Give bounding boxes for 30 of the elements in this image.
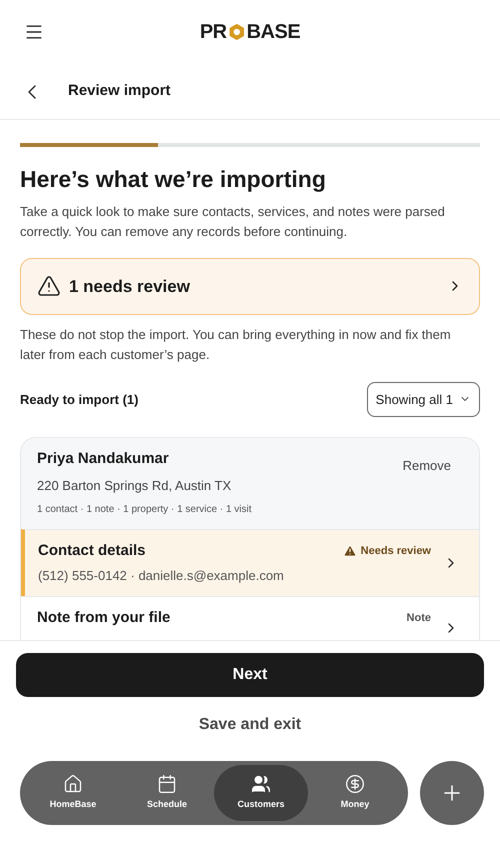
row-title: Contact details (38, 540, 146, 561)
row-detail: (512) 555-0142 · danielle.s@example.com (38, 567, 285, 586)
dollar-icon (345, 774, 365, 794)
review-banner[interactable]: 1 needs review (20, 258, 480, 315)
filter-dropdown[interactable]: Showing all 1 (366, 382, 480, 417)
status-label: Needs review (360, 544, 431, 559)
customer-name: Priya Nandakumar (37, 448, 170, 469)
section-title: Ready to import (1) (20, 390, 138, 409)
logo: PR BASE (200, 20, 300, 45)
record-summary: 1 contact · 1 note · 1 property · 1 service · 1 visit (37, 502, 252, 517)
people-icon (251, 774, 271, 794)
calendar-icon (157, 774, 177, 794)
type-label: Note (406, 610, 431, 626)
nav-tab[interactable]: Money (308, 765, 402, 821)
remove-link[interactable]: Remove (402, 456, 451, 476)
warning-icon (37, 274, 61, 298)
nav-tab[interactable]: Schedule (120, 765, 214, 821)
nav-tab[interactable]: Customers (214, 765, 308, 821)
intro-text: Take a quick look to make sure contacts, services, and notes were parsed correctly. You can remove any records before continuing. (20, 202, 446, 241)
warning-icon (342, 544, 357, 558)
house-icon (63, 774, 83, 794)
heading: Here’s what we’re importing (20, 165, 327, 194)
nav-tab[interactable]: HomeBase (26, 765, 120, 821)
page-title: Review import (68, 81, 171, 102)
next-button[interactable]: Next (16, 653, 484, 697)
warning-row[interactable]: Contact details Needs review (512) 555-0142 · danielle.s@example.com (21, 528, 479, 596)
review-note: These do not stop the import. You can bring everything in now and fix them later from each customer’s page. (20, 326, 452, 364)
save-exit-button[interactable]: Save and exit (16, 713, 484, 737)
customer-address: 220 Barton Springs Rd, Austin TX (37, 477, 232, 496)
row-title: Note from your file (37, 608, 170, 628)
